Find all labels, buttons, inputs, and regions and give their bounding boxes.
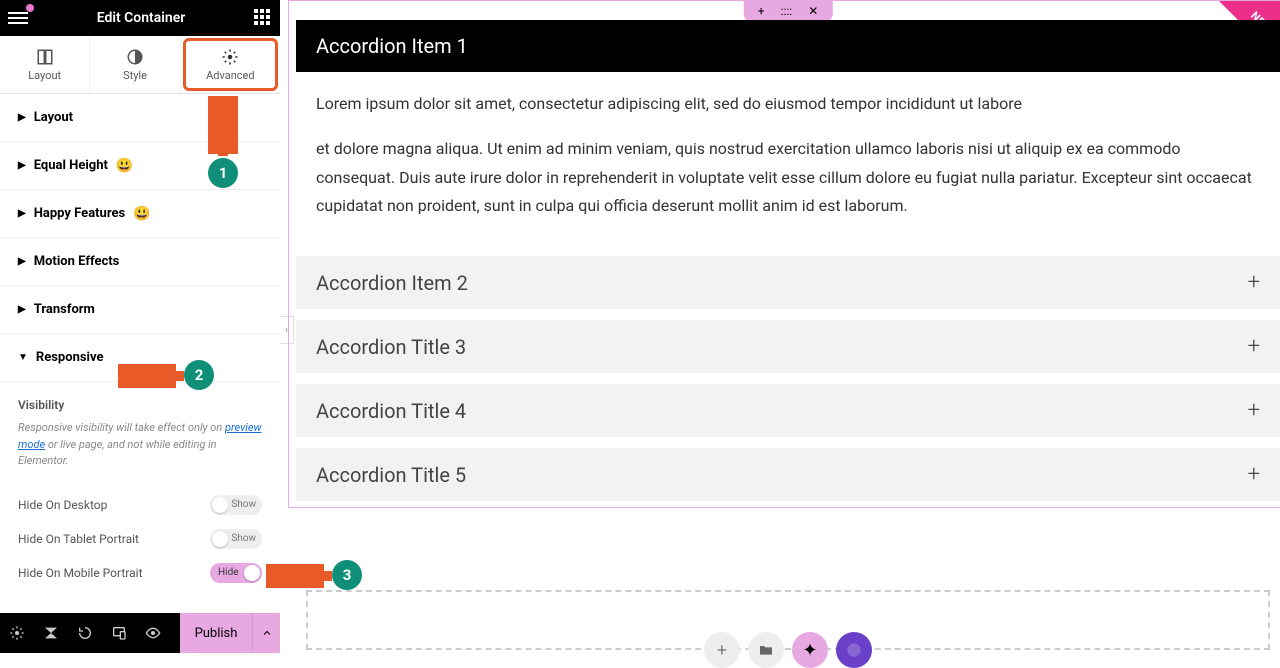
accordion-title: Accordion Title 3 [316,335,466,359]
accordion-item: Accordion Title 4 + [296,384,1280,438]
annotation-badge-2: 2 [184,360,214,390]
section-label: Equal Height [34,158,108,173]
layout-icon [36,48,54,66]
section-motion-effects[interactable]: ▶ Motion Effects [0,238,280,286]
accordion-paragraph: et dolore magna aliqua. Ut enim ad minim… [316,135,1260,221]
panel-footer: Publish [0,613,280,653]
elementor-button[interactable] [836,632,872,668]
tab-label: Layout [28,69,61,82]
section-happy-features[interactable]: ▶ Happy Features 😃 [0,190,280,238]
gear-icon [221,48,239,66]
expand-icon: + [1248,398,1260,423]
accordion-item: Accordion Item 2 + [296,256,1280,310]
menu-button[interactable] [8,8,28,28]
section-equal-height[interactable]: ▶ Equal Height 😃 [0,142,280,190]
toggle-label: Hide On Tablet Portrait [18,532,139,546]
responsive-button[interactable] [102,613,136,653]
section-label: Happy Features [34,206,125,221]
history-button[interactable] [68,613,102,653]
panel-sections: ▶Layout ▶Equal Height😃 ▶Happy Features😃 … [0,94,280,613]
tab-style[interactable]: Style [90,36,180,93]
accordion-title: Accordion Item 2 [316,271,468,295]
section-label: Transform [34,302,95,317]
accordion-header[interactable]: Accordion Item 1 [296,20,1280,72]
switch-hide-mobile[interactable]: Hide [210,563,262,583]
annotation-badge-3: 3 [332,560,362,590]
accordion-title: Accordion Title 5 [316,463,466,487]
tab-layout[interactable]: Layout [0,36,90,93]
toggle-label: Hide On Desktop [18,498,107,512]
panel-tabs: Layout Style Advanced [0,36,280,94]
app-icon [846,642,862,658]
settings-button[interactable] [0,613,34,653]
accordion-header[interactable]: Accordion Title 3 + [296,320,1280,373]
happy-icon: 😃 [133,206,150,222]
happy-addons-button[interactable]: ✦ [792,632,828,668]
switch-hide-desktop[interactable]: Show [210,495,262,515]
section-transform[interactable]: ▶ Transform [0,286,280,334]
expand-icon: + [1248,334,1260,359]
accordion-paragraph: Lorem ipsum dolor sit amet, consectetur … [316,90,1260,119]
section-layout[interactable]: ▶ Layout [0,94,280,142]
section-label: Responsive [36,350,104,365]
section-label: Motion Effects [34,254,120,269]
preview-button[interactable] [136,613,170,653]
accordion-item: Accordion Title 5 + [296,448,1280,502]
style-icon [126,48,144,66]
caret-down-icon: ▼ [18,352,28,363]
add-element-button[interactable]: + [704,632,740,668]
toggle-hide-tablet: Hide On Tablet Portrait Show [18,522,262,556]
accordion-item: Accordion Title 3 + [296,320,1280,374]
accordion-header[interactable]: Accordion Item 2 + [296,256,1280,309]
tab-label: Advanced [206,69,254,82]
switch-hide-tablet[interactable]: Show [210,529,262,549]
panel-header: Edit Container [0,0,280,36]
editor-canvas: + :::: ✕ NEW Accordion Item 1 Lorem ipsu… [296,0,1280,653]
accordion-header[interactable]: Accordion Title 5 + [296,448,1280,501]
navigator-button[interactable] [34,613,68,653]
accordion-header[interactable]: Accordion Title 4 + [296,384,1280,437]
responsive-body: Visibility Responsive visibility will ta… [0,382,280,600]
happy-icon: 😃 [116,158,133,174]
folder-button[interactable] [748,632,784,668]
collapse-panel-button[interactable]: ‹ [280,316,294,344]
accordion-item: Accordion Item 1 Lorem ipsum dolor sit a… [296,20,1280,246]
expand-icon: + [1248,462,1260,487]
annotation-arrow-1 [208,96,238,160]
caret-right-icon: ▶ [18,160,26,171]
tab-advanced[interactable]: Advanced [183,38,278,91]
drop-zone-tools: + ✦ [704,632,872,668]
publish-options-button[interactable] [252,613,280,653]
section-label: Layout [34,110,73,125]
tab-label: Style [123,69,147,82]
accordion-title: Accordion Title 4 [316,399,466,423]
panel-title: Edit Container [28,10,254,26]
chevron-up-icon [261,627,273,639]
notification-dot-icon [26,4,34,12]
visibility-help: Responsive visibility will take effect o… [18,420,262,470]
folder-icon [758,642,774,658]
expand-icon: + [1248,270,1260,295]
toggle-label: Hide On Mobile Portrait [18,566,143,580]
publish-button[interactable]: Publish [180,613,252,653]
editor-panel: Edit Container Layout Style Advanced ▶ La… [0,0,280,653]
visibility-heading: Visibility [18,398,262,412]
caret-right-icon: ▶ [18,112,26,123]
caret-right-icon: ▶ [18,304,26,315]
annotation-badge-1: 1 [208,158,238,188]
caret-right-icon: ▶ [18,256,26,267]
toggle-hide-mobile: Hide On Mobile Portrait Hide [18,556,262,590]
annotation-arrow-2 [118,364,188,388]
widgets-grid-button[interactable] [254,9,272,27]
caret-right-icon: ▶ [18,208,26,219]
accordion-body: Lorem ipsum dolor sit amet, consectetur … [296,72,1280,245]
accordion-title: Accordion Item 1 [316,34,468,58]
toggle-hide-desktop: Hide On Desktop Show [18,488,262,522]
annotation-arrow-3 [266,564,336,588]
